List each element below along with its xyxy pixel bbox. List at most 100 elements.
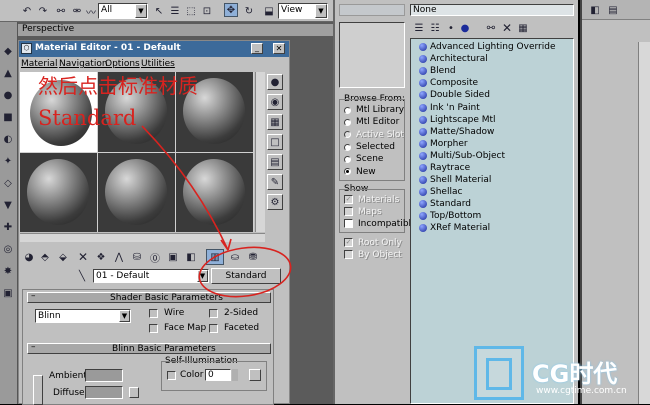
- view-large-icons-icon[interactable]: ●: [458, 21, 472, 35]
- tool-icon[interactable]: ◎: [1, 242, 15, 256]
- view-small-icons-icon[interactable]: •: [444, 21, 458, 35]
- two-sided-checkbox[interactable]: [209, 309, 218, 318]
- show-incompatible-checkbox[interactable]: [344, 219, 353, 228]
- options-icon[interactable]: ⚙: [267, 194, 283, 210]
- move-icon[interactable]: ✥: [224, 3, 238, 17]
- viewport-label[interactable]: Perspective: [22, 24, 74, 34]
- list-item[interactable]: Morpher: [419, 138, 569, 150]
- wire-checkbox[interactable]: [149, 309, 158, 318]
- tool-icon[interactable]: ●: [1, 88, 15, 102]
- list-item[interactable]: Raytrace: [419, 162, 569, 174]
- diffuse-map-button[interactable]: [129, 387, 139, 398]
- clear-library-icon[interactable]: ▦: [516, 21, 530, 35]
- faceted-checkbox[interactable]: [209, 324, 218, 333]
- menu-material[interactable]: Material: [21, 59, 58, 69]
- list-item[interactable]: Multi/Sub-Object: [419, 150, 569, 162]
- self-illum-color-checkbox[interactable]: [167, 371, 176, 380]
- tool-icon[interactable]: ✦: [1, 154, 15, 168]
- background-icon[interactable]: ▦: [267, 114, 283, 130]
- window-crossing-icon[interactable]: ⊡: [200, 4, 214, 18]
- link-icon[interactable]: ⚯: [54, 4, 68, 18]
- pick-material-icon[interactable]: ╲: [75, 269, 89, 283]
- sample-slot[interactable]: [98, 153, 175, 232]
- go-to-parent-icon[interactable]: ▥: [206, 249, 224, 265]
- sample-type-icon[interactable]: ●: [267, 74, 283, 90]
- list-item[interactable]: Double Sided: [419, 89, 569, 101]
- radio-selected[interactable]: [344, 143, 351, 151]
- face-map-checkbox[interactable]: [149, 324, 158, 333]
- view-list-icon[interactable]: ☰: [412, 21, 426, 35]
- show-end-result-icon[interactable]: ◧: [184, 250, 198, 264]
- shader-select[interactable]: Blinn ▼: [35, 309, 131, 323]
- radio-mtl-editor[interactable]: [344, 118, 351, 126]
- select-by-name-icon[interactable]: ☰: [168, 4, 182, 18]
- tool-icon[interactable]: ■: [1, 110, 15, 124]
- chevron-down-icon[interactable]: ▼: [135, 4, 147, 18]
- list-item[interactable]: Shellac: [419, 186, 569, 198]
- put-to-scene-icon[interactable]: ⬘: [38, 250, 52, 264]
- region-select-icon[interactable]: ⬚: [184, 4, 198, 18]
- material-type-button[interactable]: Standard: [211, 268, 281, 284]
- go-forward-sibling-icon[interactable]: ⛀: [228, 250, 242, 264]
- radio-new[interactable]: [344, 168, 351, 176]
- sample-slot[interactable]: [176, 153, 253, 232]
- menu-navigation[interactable]: Navigation: [59, 59, 108, 69]
- copy-material-icon[interactable]: ❖: [94, 250, 108, 264]
- tool-icon[interactable]: ✚: [1, 220, 15, 234]
- assign-to-selection-icon[interactable]: ⬙: [56, 250, 70, 264]
- list-item[interactable]: Shell Material: [419, 174, 569, 186]
- menu-options[interactable]: Options: [105, 59, 140, 69]
- unlink-icon[interactable]: ⚮: [70, 4, 84, 18]
- list-item[interactable]: Architectural: [419, 53, 569, 65]
- list-item[interactable]: Advanced Lighting Override: [419, 41, 569, 53]
- make-preview-icon[interactable]: ✎: [267, 174, 283, 190]
- scale-icon[interactable]: ⬓: [262, 4, 276, 18]
- list-item[interactable]: Top/Bottom: [419, 210, 569, 222]
- select-icon[interactable]: ↖: [152, 4, 166, 18]
- uv-tiling-icon[interactable]: □: [267, 134, 283, 150]
- undo-icon[interactable]: ↶: [20, 4, 34, 18]
- tool-icon[interactable]: ▤: [606, 3, 620, 17]
- list-item[interactable]: Standard: [419, 198, 569, 210]
- selection-filter-select[interactable]: All ▼: [98, 3, 148, 19]
- lock-ambient-diffuse-button[interactable]: [33, 375, 43, 405]
- minimize-button[interactable]: _: [251, 43, 263, 54]
- menu-utilities[interactable]: Utilities: [141, 59, 175, 69]
- delete-icon[interactable]: ✕: [500, 21, 514, 35]
- update-scene-icon[interactable]: ⚯: [484, 21, 498, 35]
- title-bar[interactable]: ⬡ Material Editor - 01 - Default _ ✕: [19, 41, 289, 57]
- make-unique-icon[interactable]: ⋀: [112, 250, 126, 264]
- chevron-down-icon[interactable]: ▼: [197, 270, 208, 282]
- browser-search-field[interactable]: None: [410, 4, 574, 16]
- backlight-icon[interactable]: ◉: [267, 94, 283, 110]
- reset-icon[interactable]: ✕: [76, 250, 90, 264]
- material-name-field[interactable]: 01 - Default ▼: [93, 269, 209, 283]
- list-item[interactable]: Ink 'n Paint: [419, 101, 569, 113]
- tool-icon[interactable]: ◐: [1, 132, 15, 146]
- rotate-icon[interactable]: ↻: [242, 4, 256, 18]
- sample-slot[interactable]: [20, 153, 97, 232]
- chevron-down-icon[interactable]: ▼: [315, 4, 327, 18]
- list-item[interactable]: Blend: [419, 65, 569, 77]
- slots-horizontal-scrollbar[interactable]: [20, 233, 265, 242]
- redo-icon[interactable]: ↷: [36, 4, 50, 18]
- shader-rollout-header[interactable]: – Shader Basic Parameters: [27, 291, 271, 303]
- ambient-color-swatch[interactable]: [85, 369, 123, 382]
- video-color-check-icon[interactable]: ▤: [267, 154, 283, 170]
- tool-icon[interactable]: ▼: [1, 198, 15, 212]
- list-item[interactable]: XRef Material: [419, 222, 569, 234]
- show-map-icon[interactable]: ▣: [166, 250, 180, 264]
- self-illum-value-field[interactable]: 0: [205, 369, 231, 381]
- material-navigator-icon[interactable]: ⛃: [246, 250, 260, 264]
- tool-icon[interactable]: ◧: [588, 3, 602, 17]
- diffuse-color-swatch[interactable]: [85, 386, 123, 399]
- radio-scene[interactable]: [344, 155, 351, 163]
- list-item[interactable]: Lightscape Mtl: [419, 114, 569, 126]
- chevron-down-icon[interactable]: ▼: [119, 310, 130, 322]
- list-item[interactable]: Matte/Shadow: [419, 126, 569, 138]
- tool-icon[interactable]: ✸: [1, 264, 15, 278]
- tool-icon[interactable]: ◆: [1, 44, 15, 58]
- blinn-rollout-header[interactable]: – Blinn Basic Parameters: [27, 342, 271, 354]
- view-list-icons-icon[interactable]: ☷: [428, 21, 442, 35]
- self-illum-map-button[interactable]: [249, 369, 261, 381]
